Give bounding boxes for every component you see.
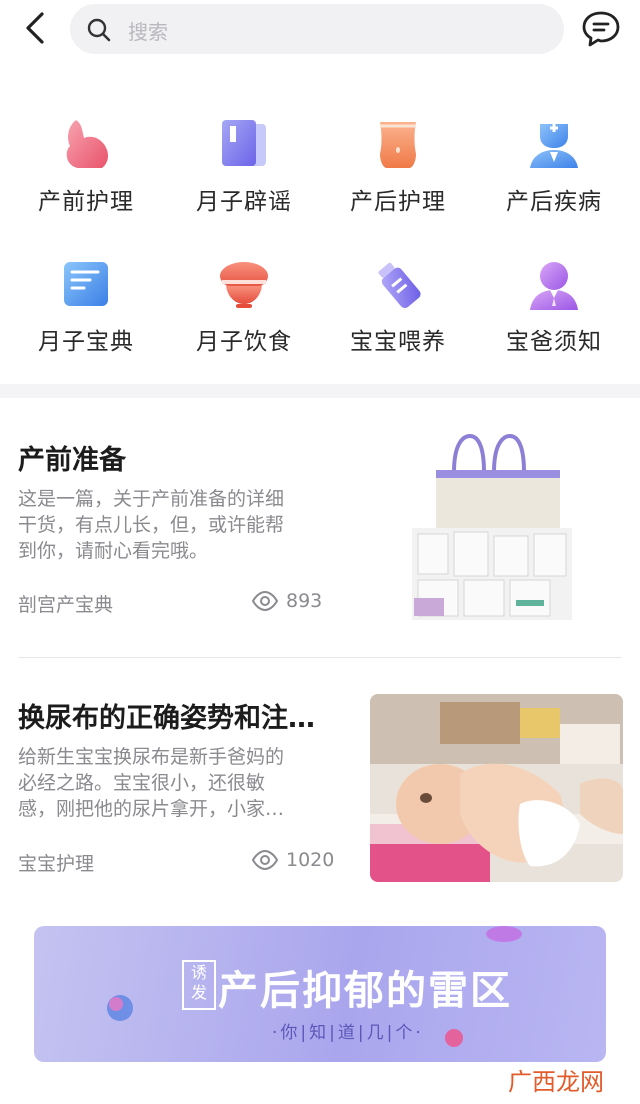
description-line: 必经之路。宝宝很小，还很敏 bbox=[18, 772, 266, 794]
top-bar: 搜索 bbox=[0, 0, 640, 64]
category-postpartum-illness[interactable]: 产后疾病 bbox=[474, 106, 634, 226]
watermark: 广西龙网 bbox=[508, 1068, 604, 1096]
category-label: 月子宝典 bbox=[38, 329, 134, 355]
chevron-left-icon bbox=[26, 12, 44, 44]
maternity-kit-image bbox=[404, 432, 578, 622]
category-confinement-guide[interactable]: 月子宝典 bbox=[6, 246, 166, 366]
article-thumbnail bbox=[404, 432, 578, 622]
description-line: 给新生宝宝换尿布是新手爸妈的 bbox=[18, 746, 285, 768]
article-title: 换尿布的正确姿势和注… bbox=[18, 703, 315, 734]
baby-diaper-image bbox=[370, 694, 623, 882]
search-icon bbox=[87, 18, 111, 42]
book-icon bbox=[222, 120, 266, 166]
category-dad-tips[interactable]: 宝爸须知 bbox=[474, 246, 634, 366]
category-label: 产前护理 bbox=[38, 189, 134, 215]
banner-title: 产后抑郁的雷区 bbox=[218, 968, 512, 1014]
views-count: 1020 bbox=[286, 849, 335, 871]
father-icon bbox=[530, 262, 578, 310]
category-label: 产后护理 bbox=[350, 189, 446, 215]
back-button[interactable] bbox=[18, 10, 54, 46]
category-grid: 产前护理 月子辟谣 产后护理 产后疾病 月子宝典 月子饮食 宝宝喂养 宝爸须知 bbox=[0, 100, 640, 360]
search-input[interactable]: 搜索 bbox=[70, 4, 564, 54]
waist-icon bbox=[380, 122, 416, 168]
category-label: 月子饮食 bbox=[196, 329, 292, 355]
eye-icon bbox=[251, 849, 279, 871]
article-card[interactable]: 产前准备 这是一篇，关于产前准备的详细 干货，有点儿长，但，或许能帮 到你，请耐… bbox=[0, 420, 640, 650]
belly-icon bbox=[66, 120, 108, 168]
chat-bubble-icon bbox=[582, 11, 620, 47]
description-line: 感，刚把他的尿片拿开，小家… bbox=[18, 798, 285, 820]
category-prenatal-care[interactable]: 产前护理 bbox=[6, 106, 166, 226]
doctor-icon bbox=[530, 124, 578, 168]
banner-subtitle: ·你|知|道|几|个· bbox=[272, 1023, 424, 1043]
category-postpartum-care[interactable]: 产后护理 bbox=[318, 106, 478, 226]
article-description: 这是一篇，关于产前准备的详细 干货，有点儿长，但，或许能帮 到你，请耐心看完哦。 bbox=[18, 486, 284, 564]
description-line: 这是一篇，关于产前准备的详细 bbox=[18, 488, 285, 510]
article-source: 宝宝护理 bbox=[18, 853, 95, 875]
description-line: 干货，有点儿长，但，或许能帮 bbox=[18, 514, 285, 536]
category-baby-feeding[interactable]: 宝宝喂养 bbox=[318, 246, 478, 366]
category-label: 产后疾病 bbox=[506, 189, 602, 215]
category-label: 宝宝喂养 bbox=[350, 329, 446, 355]
category-confinement-diet[interactable]: 月子饮食 bbox=[164, 246, 324, 366]
promo-banner[interactable]: 诱发 产后抑郁的雷区 ·你|知|道|几|个· bbox=[34, 926, 606, 1062]
article-source: 剖宫产宝典 bbox=[18, 594, 114, 616]
bottle-icon bbox=[378, 262, 421, 309]
article-card[interactable]: 换尿布的正确姿势和注… 给新生宝宝换尿布是新手爸妈的 必经之路。宝宝很小，还很敏… bbox=[0, 676, 640, 896]
category-label: 宝爸须知 bbox=[506, 329, 602, 355]
banner-tag: 诱发 bbox=[182, 960, 216, 1010]
article-views: 893 bbox=[251, 590, 323, 612]
section-divider bbox=[0, 384, 640, 398]
article-separator bbox=[18, 657, 622, 658]
message-button[interactable] bbox=[580, 8, 622, 50]
article-description: 给新生宝宝换尿布是新手爸妈的 必经之路。宝宝很小，还很敏 感，刚把他的尿片拿开，… bbox=[18, 744, 284, 822]
document-icon bbox=[64, 262, 108, 306]
description-line: 到你，请耐心看完哦。 bbox=[18, 540, 209, 562]
eye-icon bbox=[251, 590, 279, 612]
category-myth-busting[interactable]: 月子辟谣 bbox=[164, 106, 324, 226]
category-label: 月子辟谣 bbox=[196, 189, 292, 215]
article-views: 1020 bbox=[251, 849, 335, 871]
views-count: 893 bbox=[286, 590, 323, 612]
article-title: 产前准备 bbox=[18, 445, 126, 476]
bowl-icon bbox=[220, 262, 268, 308]
article-thumbnail bbox=[370, 694, 623, 882]
search-placeholder: 搜索 bbox=[128, 20, 168, 44]
